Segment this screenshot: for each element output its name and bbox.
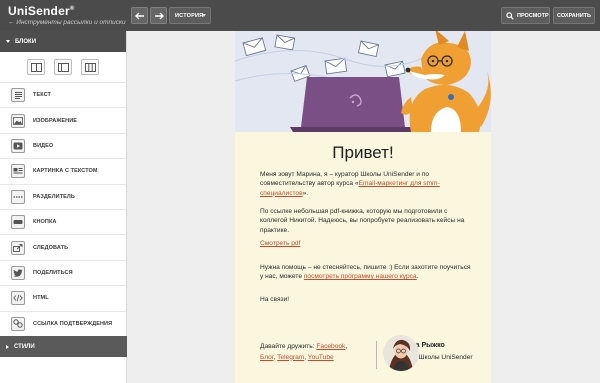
layout-one-column-button[interactable] [27,59,45,75]
email-greeting: Привет! [332,143,394,162]
styles-section-header[interactable]: СТИЛИ [0,336,127,357]
footer-prefix: Давайте дружить: [260,343,317,350]
layout-two-column-icon [57,62,69,72]
block-html[interactable]: HTML [0,286,126,312]
block-label: СЛЕДОВАТЬ [33,244,69,251]
redo-button[interactable] [150,7,167,24]
undo-button[interactable] [131,7,148,24]
block-label: ИЗОБРАЖЕНИЕ [33,117,78,124]
intro-text-end: ». [302,189,309,197]
twitter-icon [11,265,25,280]
editor-canvas: Привет! Меня зовут Марина, я – куратор Ш… [127,31,600,383]
avatar [383,335,419,371]
divider-icon [11,189,25,204]
redo-icon [154,12,164,19]
block-label: РАЗДЕЛИТЕЛЬ [33,193,75,200]
block-video[interactable]: ВИДЕО [0,134,126,160]
block-label: HTML [33,295,49,302]
blog-link[interactable]: Блог [260,354,273,361]
block-label: ТЕКСТ [33,92,52,99]
chevron-down-icon [6,40,10,43]
chevron-down-icon [202,14,206,17]
blocks-section-header[interactable]: БЛОКИ [0,31,126,52]
block-label: ССЫЛКА ПОДТВЕРЖДЕНИЯ [33,320,113,327]
block-text[interactable]: ТЕКСТ [0,83,126,109]
layout-three-column-button[interactable] [81,59,99,75]
video-icon [11,138,25,153]
logo-name: UniSender® [8,4,75,18]
text-icon [11,88,25,103]
preview-button[interactable]: ПРОСМОТР [501,7,550,24]
link-icon [11,316,25,331]
undo-icon [134,12,144,19]
email-paragraph-pdf-link: Смотреть pdf [260,239,472,248]
block-share[interactable]: ПОДЕЛИТЬСЯ [0,261,126,287]
block-button[interactable]: КНОПКА [0,210,126,236]
youtube-link[interactable]: YouTube [308,354,334,361]
blocks-header-label: БЛОКИ [15,38,37,45]
hero-image[interactable] [235,31,491,132]
email-paragraph-help: Нужна помощь – не стесняйтесь, пишите :)… [260,263,472,282]
telegram-link[interactable]: Telegram [277,354,304,361]
email-footer-social: Давайте дружить: Facebook, Блог, Telegra… [260,343,348,361]
history-dropdown[interactable]: ИСТОРИЯ [169,7,211,24]
image-icon [11,113,25,128]
follow-icon [11,240,25,255]
hero-illustration [235,31,491,132]
layout-one-column-icon [30,62,42,72]
email-paragraph-pdf: По ссылке небольшая pdf-книжка, которую … [260,208,465,234]
blocks-sidebar: БЛОКИ ТЕКСТ ИЗОБРАЖЕНИЕ ВИДЕО КАРТИНКА С… [0,31,127,383]
footer-divider [376,341,377,369]
chevron-right-icon [6,344,9,349]
block-label: КАРТИНКА С ТЕКСТОМ [33,168,98,175]
block-image-with-text[interactable]: КАРТИНКА С ТЕКСТОМ [0,159,126,185]
block-label: ВИДЕО [33,142,54,149]
email-template[interactable]: Привет! Меня зовут Марина, я – куратор Ш… [235,31,491,383]
styles-header-label: СТИЛИ [14,343,35,350]
email-signoff: На связи! [260,296,290,303]
save-button[interactable]: СОХРАНИТЬ [553,7,595,24]
block-follow[interactable]: СЛЕДОВАТЬ [0,235,126,261]
search-icon [506,11,514,20]
preview-label: ПРОСМОТР [517,12,549,19]
logo-tagline: ← Инструменты рассылки и отписки [8,19,126,26]
top-toolbar: UniSender® ← Инструменты рассылки и отпи… [0,0,600,31]
program-link[interactable]: посмотреть программу нашего курса [304,273,417,280]
layout-options [0,52,126,83]
block-label: КНОПКА [33,219,57,226]
block-label: ПОДЕЛИТЬСЯ [33,269,73,276]
email-paragraph-intro: Меня зовут Марина, я – куратор Школы Uni… [260,170,472,198]
image-text-icon [11,164,25,179]
layout-three-column-icon [84,62,96,72]
history-label: ИСТОРИЯ [175,12,204,19]
logo[interactable]: UniSender® ← Инструменты рассылки и отпи… [8,3,126,27]
view-pdf-link[interactable]: Смотреть pdf [260,240,300,247]
layout-two-column-button[interactable] [54,59,72,75]
code-icon [11,291,25,306]
block-confirmation-link[interactable]: ССЫЛКА ПОДТВЕРЖДЕНИЯ [0,312,126,337]
block-divider[interactable]: РАЗДЕЛИТЕЛЬ [0,185,126,210]
save-label: СОХРАНИТЬ [557,12,591,19]
help-text-end: . [416,273,419,281]
button-icon [11,215,25,230]
facebook-link[interactable]: Facebook [316,343,345,350]
block-image[interactable]: ИЗОБРАЖЕНИЕ [0,108,126,134]
